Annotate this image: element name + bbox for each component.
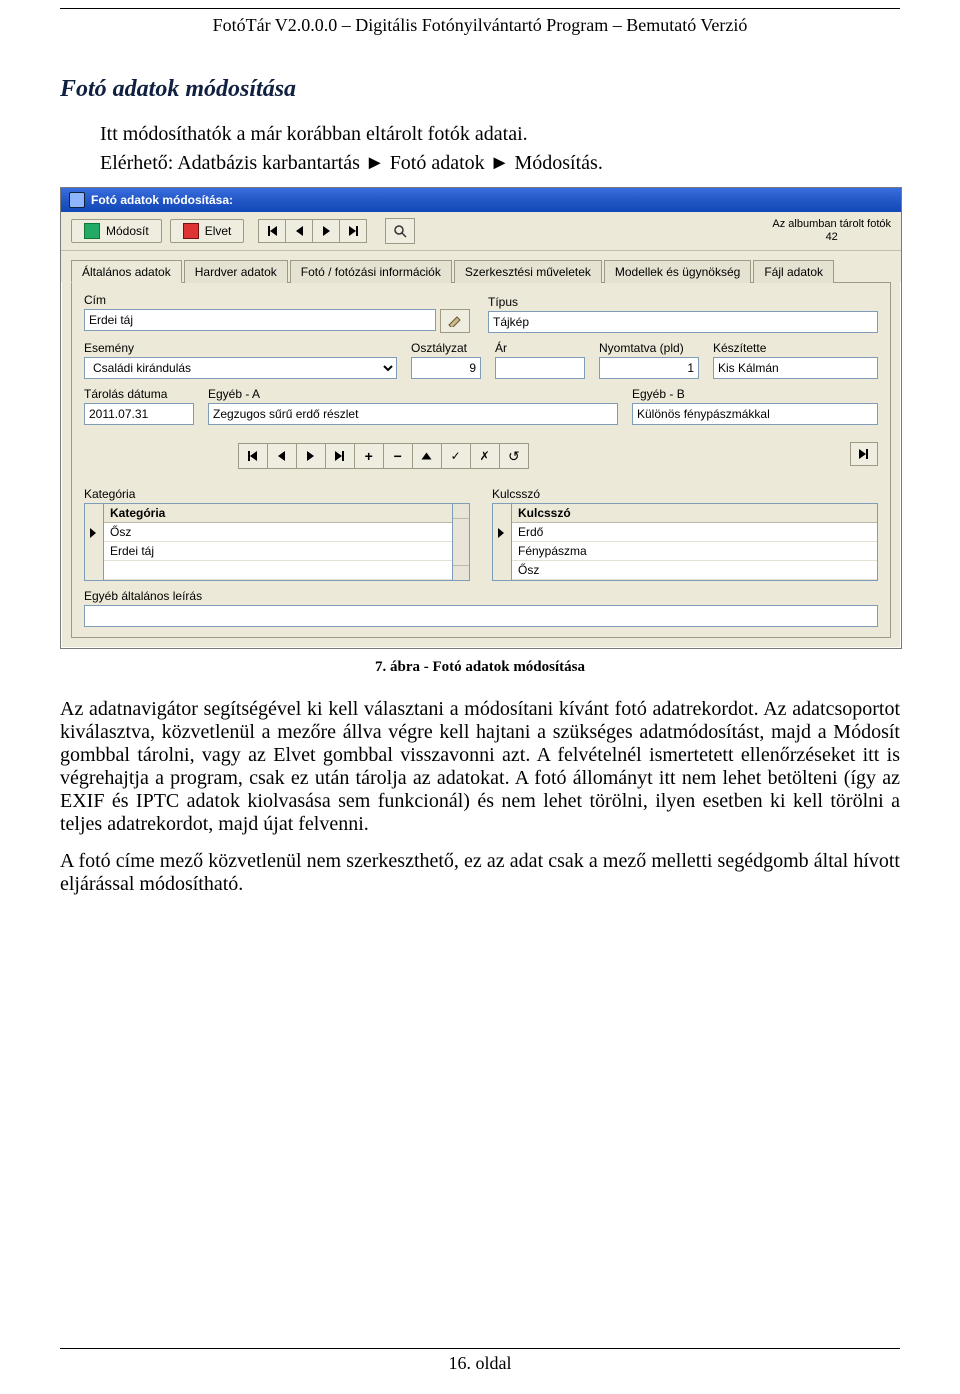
page-footer: 16. oldal — [60, 1348, 900, 1374]
label-tipus: Típus — [488, 295, 878, 309]
magnifier-icon — [393, 224, 407, 238]
label-keszitette: Készítette — [713, 341, 878, 355]
window-titlebar[interactable]: Fotó adatok módosítása: — [61, 188, 901, 212]
gnav-prev[interactable] — [267, 443, 296, 469]
egyeb-b-input[interactable] — [632, 403, 878, 425]
kategoria-scrollbar[interactable] — [453, 503, 470, 581]
kulcsszo-grid[interactable]: Kulcsszó Erdő Fénypászma Ősz — [511, 503, 878, 581]
figure-caption: 7. ábra - Fotó adatok módosítása — [60, 659, 900, 676]
counter-label: Az albumban tárolt fotók — [772, 218, 891, 231]
lookup-button[interactable] — [385, 218, 415, 244]
label-nyomtatva: Nyomtatva (pld) — [599, 341, 699, 355]
tab-strip: Általános adatok Hardver adatok Fotó / f… — [61, 251, 901, 282]
counter-value: 42 — [772, 231, 891, 244]
kategoria-grid[interactable]: Kategória Ősz Erdei táj — [103, 503, 453, 581]
label-tarolas: Tárolás dátuma — [84, 387, 194, 401]
tab-models[interactable]: Modellek és ügynökség — [604, 260, 751, 283]
label-ar: Ár — [495, 341, 585, 355]
paragraph-2: A fotó címe mező közvetlenül nem szerkes… — [60, 850, 900, 896]
cim-helper-button[interactable] — [440, 309, 470, 333]
kulcsszo-row[interactable]: Erdő — [512, 523, 877, 542]
label-esemeny: Esemény — [84, 341, 397, 355]
kategoria-row[interactable]: Erdei táj — [104, 542, 452, 561]
paragraph-1: Az adatnavigátor segítségével ki kell vá… — [60, 698, 900, 836]
app-icon — [69, 192, 85, 208]
label-egyeb-a: Egyéb - A — [208, 387, 618, 401]
modify-button[interactable]: Módosít — [71, 219, 162, 243]
page-number: 16. oldal — [449, 1353, 512, 1373]
esemeny-select[interactable]: Családi kirándulás — [84, 357, 397, 379]
nav-prev-button[interactable] — [285, 219, 312, 243]
record-counter: Az albumban tárolt fotók 42 — [772, 218, 891, 244]
nav-last-button[interactable] — [339, 219, 367, 243]
grid-navigator: + − ✓ ✗ ↻ — [238, 443, 529, 469]
leiras-input[interactable] — [84, 605, 878, 627]
tab-general[interactable]: Általános adatok — [71, 260, 182, 283]
kategoria-row[interactable]: Ősz — [104, 523, 452, 542]
record-navigator — [258, 219, 367, 243]
tarolas-input[interactable] — [84, 403, 194, 425]
doc-header: FotóTár V2.0.0.0 – Digitális Fotónyilván… — [60, 11, 900, 36]
kulcsszo-row[interactable]: Fénypászma — [512, 542, 877, 561]
kategoria-row[interactable] — [104, 561, 452, 580]
tipus-input[interactable] — [488, 311, 878, 333]
edit-icon — [84, 223, 100, 239]
intro-line-2: Elérhető: Adatbázis karbantartás ► Fotó … — [100, 152, 900, 175]
gnav-last[interactable] — [325, 443, 354, 469]
tab-edit-ops[interactable]: Szerkesztési műveletek — [454, 260, 602, 283]
osztalyzat-input[interactable] — [411, 357, 481, 379]
pencil-icon — [448, 315, 462, 327]
gnav-cancel[interactable]: ✗ — [470, 443, 499, 469]
tab-hardware[interactable]: Hardver adatok — [184, 260, 288, 283]
screenshot-window: Fotó adatok módosítása: Módosít Elvet A — [60, 187, 902, 649]
label-kulcsszo: Kulcsszó — [492, 487, 878, 501]
section-title: Fotó adatok módosítása — [60, 76, 900, 103]
label-cim: Cím — [84, 293, 474, 307]
egyeb-a-input[interactable] — [208, 403, 618, 425]
tab-photo-info[interactable]: Fotó / fotózási információk — [290, 260, 452, 283]
gnav-next[interactable] — [296, 443, 325, 469]
modify-button-label: Módosít — [106, 224, 149, 238]
main-toolbar: Módosít Elvet Az albumban tárolt fotók 4… — [61, 212, 901, 251]
keszitette-input[interactable] — [713, 357, 878, 379]
gnav-refresh[interactable]: ↻ — [499, 443, 529, 469]
label-leiras: Egyéb általános leírás — [84, 589, 878, 603]
kategoria-grid-header: Kategória — [104, 504, 452, 523]
nav-next-button[interactable] — [312, 219, 339, 243]
nyomtatva-input[interactable] — [599, 357, 699, 379]
label-kategoria: Kategória — [84, 487, 470, 501]
cim-input[interactable] — [84, 309, 436, 331]
cancel-button[interactable]: Elvet — [170, 219, 245, 243]
gnav-edit[interactable] — [412, 443, 441, 469]
label-egyeb-b: Egyéb - B — [632, 387, 878, 401]
tab-file[interactable]: Fájl adatok — [753, 260, 834, 283]
cancel-icon — [183, 223, 199, 239]
kulcsszo-row[interactable]: Ősz — [512, 561, 877, 580]
gnav-post[interactable]: ✓ — [441, 443, 470, 469]
window-title: Fotó adatok módosítása: — [91, 193, 233, 207]
gnav-lastrec[interactable] — [850, 442, 878, 466]
cancel-button-label: Elvet — [205, 224, 232, 238]
nav-first-button[interactable] — [258, 219, 285, 243]
kulcsszo-grid-header: Kulcsszó — [512, 504, 877, 523]
ar-input[interactable] — [495, 357, 585, 379]
gnav-add[interactable]: + — [354, 443, 383, 469]
label-osztalyzat: Osztályzat — [411, 341, 481, 355]
gnav-remove[interactable]: − — [383, 443, 412, 469]
gnav-first[interactable] — [238, 443, 267, 469]
tab-panel-general: Cím Típus Esemény C — [71, 282, 891, 638]
intro-line-1: Itt módosíthatók a már korábban eltárolt… — [100, 123, 900, 146]
